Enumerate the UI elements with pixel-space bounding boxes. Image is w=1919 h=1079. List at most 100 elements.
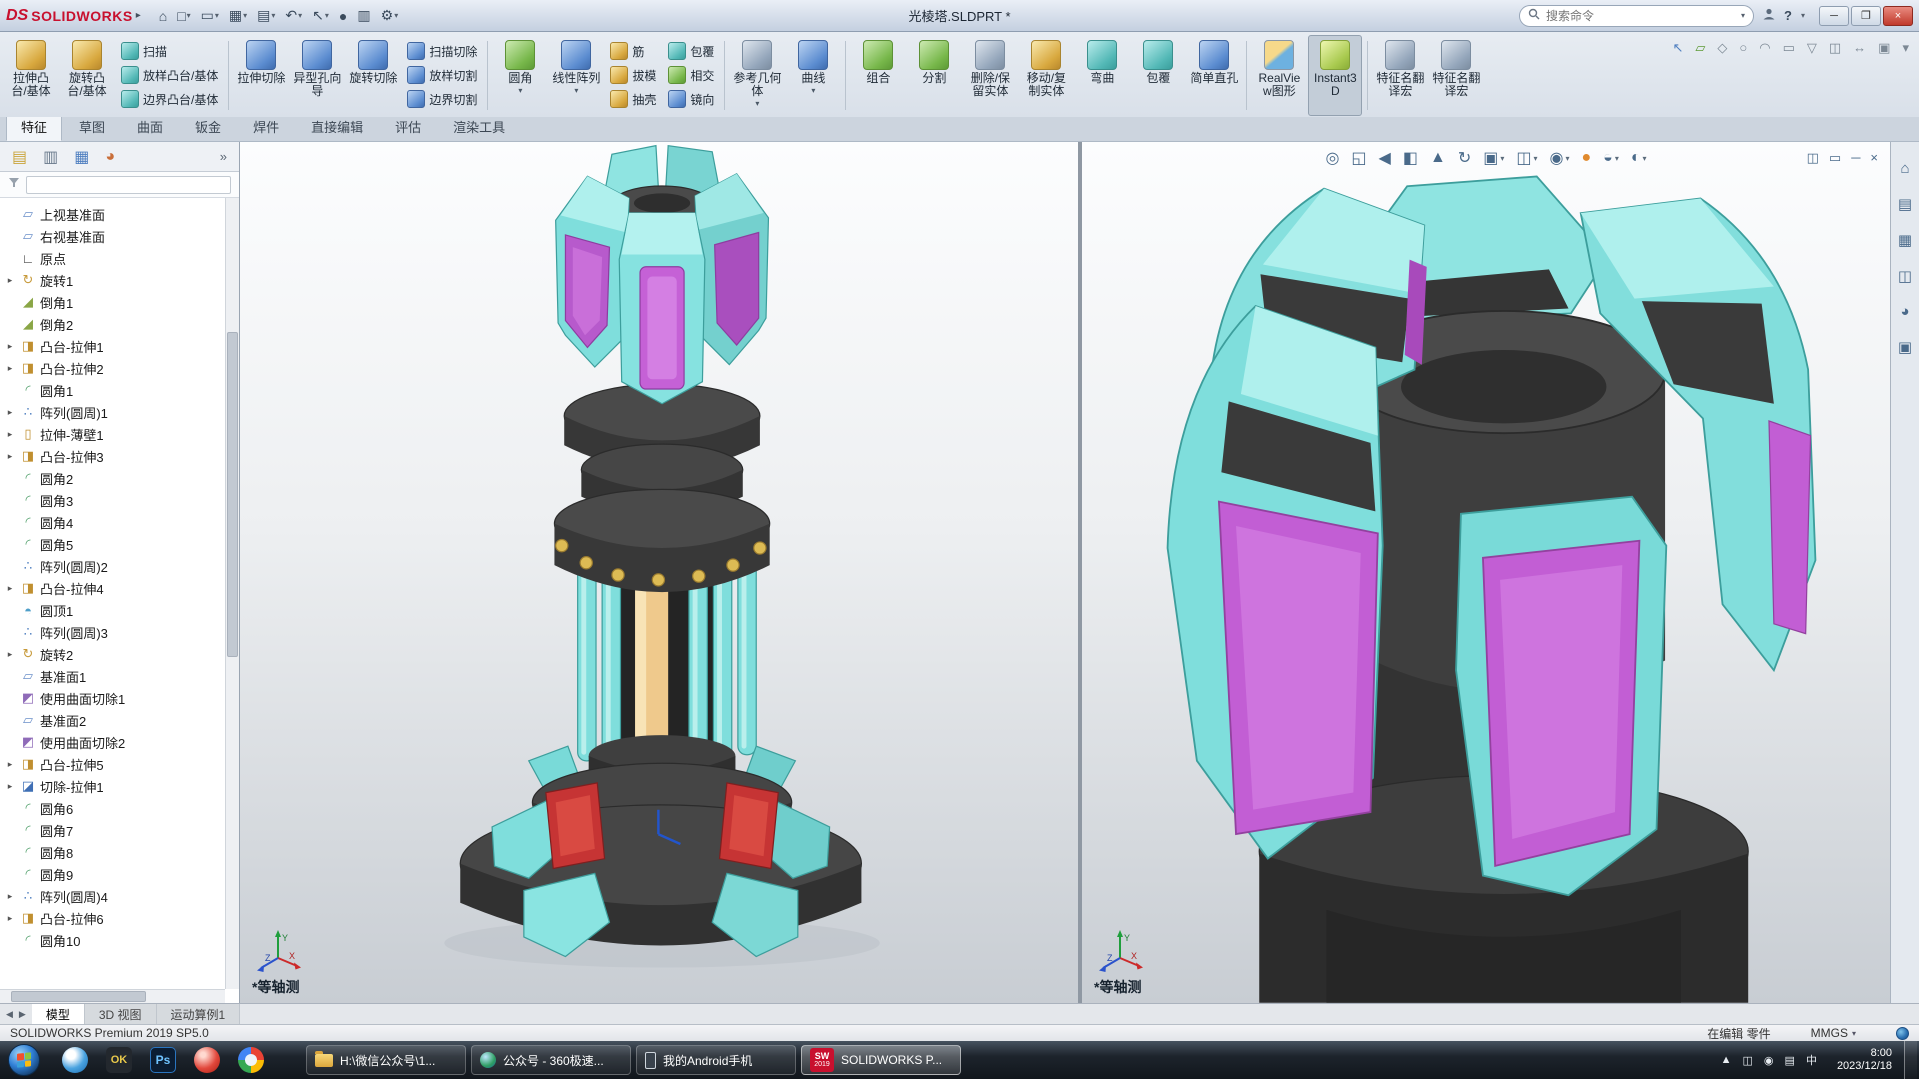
- simple-hole-button[interactable]: 简单直孔: [1187, 35, 1241, 116]
- filter-tool-icon[interactable]: ▾: [1902, 40, 1909, 56]
- tree-item[interactable]: ∴ 阵列(圆周)2: [4, 555, 225, 577]
- tree-item[interactable]: ▱ 基准面1: [4, 665, 225, 687]
- music-app-button[interactable]: [192, 1045, 222, 1075]
- tree-item[interactable]: ◜ 圆角8: [4, 841, 225, 863]
- tree-item[interactable]: ▸ ↻ 旋转1: [4, 269, 225, 291]
- tree-item[interactable]: ◓ 圆顶1: [4, 599, 225, 621]
- rotate-view-button[interactable]: ↻: [1458, 148, 1471, 168]
- design-library-icon[interactable]: ▤: [1898, 195, 1912, 213]
- tray-network-icon[interactable]: ▤: [1785, 1054, 1795, 1067]
- boundary-boss-button[interactable]: 边界凸台/基体: [116, 88, 223, 110]
- apply-scene-button[interactable]: ◒ ▾: [1603, 149, 1619, 167]
- tree-item[interactable]: ◜ 圆角3: [4, 489, 225, 511]
- tree-item[interactable]: ▸ ◨ 凸台-拉伸6: [4, 907, 225, 929]
- solidworks-window-button[interactable]: SW 2019 SOLIDWORKS P...: [801, 1045, 961, 1075]
- delete-keep-body-button[interactable]: 删除/保留实体: [963, 35, 1017, 116]
- move-tool-icon[interactable]: ↔: [1853, 40, 1866, 56]
- tab-model[interactable]: 模型: [31, 1004, 85, 1024]
- restore-button[interactable]: ❐: [1851, 5, 1881, 26]
- photoshop-button[interactable]: Ps: [148, 1045, 178, 1075]
- tree-item[interactable]: ▸ ◨ 凸台-拉伸4: [4, 577, 225, 599]
- scrollbar-thumb[interactable]: [227, 332, 238, 657]
- tree-filter-input[interactable]: [26, 175, 231, 194]
- propertymanager-tab-icon[interactable]: ▥: [43, 147, 58, 167]
- hide-show-items-button[interactable]: ◉ ▾: [1550, 148, 1570, 168]
- select-tool-icon[interactable]: ↖: [1672, 40, 1683, 56]
- tree-item[interactable]: ◢ 倒角2: [4, 313, 225, 335]
- instant3d-button[interactable]: Instant3D: [1308, 35, 1363, 116]
- chrome-like-button[interactable]: [236, 1045, 266, 1075]
- lofted-boss-button[interactable]: 放样凸台/基体: [116, 64, 223, 86]
- tree-item[interactable]: ▸ ↻ 旋转2: [4, 643, 225, 665]
- expand-arrow-icon[interactable]: ▸: [4, 759, 16, 770]
- scrollbar-thumb[interactable]: [11, 991, 147, 1002]
- reference-geometry-button[interactable]: 参考几何体 ▾: [730, 35, 784, 116]
- search-dropdown-icon[interactable]: ▾: [1741, 11, 1745, 20]
- mirror-tool-icon[interactable]: ◫: [1829, 40, 1841, 56]
- tree-item[interactable]: ▸ ∴ 阵列(圆周)1: [4, 401, 225, 423]
- options-button[interactable]: ⚙ ▾: [377, 5, 403, 26]
- resources-icon[interactable]: ⌂: [1900, 160, 1909, 177]
- expand-arrow-icon[interactable]: ▸: [4, 583, 16, 594]
- tab-sheet-metal[interactable]: 钣金: [180, 113, 236, 141]
- tree-item[interactable]: ▸ ◨ 凸台-拉伸5: [4, 753, 225, 775]
- move-copy-body-button[interactable]: 移动/复制实体: [1019, 35, 1073, 116]
- tab-weldments[interactable]: 焊件: [238, 113, 294, 141]
- browser-360-button[interactable]: [60, 1045, 90, 1075]
- crown-fin-front-right[interactable]: [1455, 495, 1668, 897]
- grid-tool-icon[interactable]: ▣: [1878, 40, 1890, 56]
- new-document-button[interactable]: □ ▾: [173, 6, 194, 26]
- home-button[interactable]: ⌂: [155, 6, 171, 26]
- close-pane-icon[interactable]: ×: [1870, 150, 1878, 166]
- hidden-icons-button[interactable]: ▲: [1721, 1054, 1732, 1066]
- print-button[interactable]: ▤ ▾: [253, 5, 279, 26]
- realview-button[interactable]: RealView图形: [1252, 35, 1306, 116]
- tree-item[interactable]: ◢ 倒角1: [4, 291, 225, 313]
- tab-direct-editing[interactable]: 直接编辑: [296, 113, 378, 141]
- tree-item[interactable]: ◜ 圆角6: [4, 797, 225, 819]
- extruded-boss-button[interactable]: 拉伸凸台/基体: [4, 35, 58, 116]
- tree-item[interactable]: ▸ ◪ 切除-拉伸1: [4, 775, 225, 797]
- tab-scroll-right-icon[interactable]: ▶: [19, 1009, 26, 1020]
- expand-arrow-icon[interactable]: ▸: [4, 407, 16, 418]
- swept-boss-button[interactable]: 扫描: [116, 40, 223, 62]
- zoom-area-button[interactable]: ◱: [1351, 148, 1366, 168]
- flex-button[interactable]: 弯曲: [1075, 35, 1129, 116]
- tower-crown[interactable]: [555, 144, 770, 405]
- tree-item[interactable]: ◜ 圆角10: [4, 929, 225, 951]
- tree-item[interactable]: ◜ 圆角2: [4, 467, 225, 489]
- configurationmanager-tab-icon[interactable]: ▦: [74, 147, 89, 167]
- split-view-icon[interactable]: ◫: [1807, 150, 1819, 166]
- crown-fin-left[interactable]: [1166, 304, 1384, 860]
- tab-3d-views[interactable]: 3D 视图: [84, 1004, 157, 1024]
- displaymanager-tab-icon[interactable]: ◕: [105, 148, 115, 166]
- expand-arrow-icon[interactable]: ▸: [4, 649, 16, 660]
- tree-item[interactable]: ▱ 右视基准面: [4, 225, 225, 247]
- edit-appearance-button[interactable]: ●: [1582, 149, 1592, 167]
- tower-base[interactable]: [459, 735, 863, 958]
- search-input[interactable]: [1546, 8, 1735, 23]
- tree-item[interactable]: ◜ 圆角5: [4, 533, 225, 555]
- user-account-icon[interactable]: [1762, 7, 1776, 24]
- tree-item[interactable]: ◩ 使用曲面切除2: [4, 731, 225, 753]
- tree-item[interactable]: ◩ 使用曲面切除1: [4, 687, 225, 709]
- dynamic-annotation-button[interactable]: ▲: [1430, 149, 1446, 167]
- tree-item[interactable]: ◜ 圆角9: [4, 863, 225, 885]
- view-orientation-button[interactable]: ▣ ▾: [1483, 148, 1504, 168]
- section-view-button[interactable]: ◧: [1403, 148, 1418, 168]
- rectangle-tool-icon[interactable]: ▭: [1783, 40, 1795, 56]
- menu-expand-arrow-icon[interactable]: ▸: [136, 10, 141, 21]
- shell-button[interactable]: 抽壳: [605, 88, 661, 110]
- rebuild-button[interactable]: ●: [335, 6, 351, 26]
- display-style-button[interactable]: ◫ ▾: [1516, 148, 1537, 168]
- tree-item[interactable]: ▱ 基准面2: [4, 709, 225, 731]
- model-view-full[interactable]: [240, 142, 1078, 1003]
- polygon-tool-icon[interactable]: ▽: [1807, 40, 1817, 56]
- fillet-button[interactable]: 圆角 ▾: [493, 35, 547, 116]
- previous-view-button[interactable]: ◀: [1379, 148, 1391, 168]
- expand-arrow-icon[interactable]: ▸: [4, 891, 16, 902]
- expand-arrow-icon[interactable]: ▸: [4, 781, 16, 792]
- tab-surfaces[interactable]: 曲面: [122, 113, 178, 141]
- lofted-cut-button[interactable]: 放样切割: [402, 64, 482, 86]
- tab-evaluate[interactable]: 评估: [380, 113, 436, 141]
